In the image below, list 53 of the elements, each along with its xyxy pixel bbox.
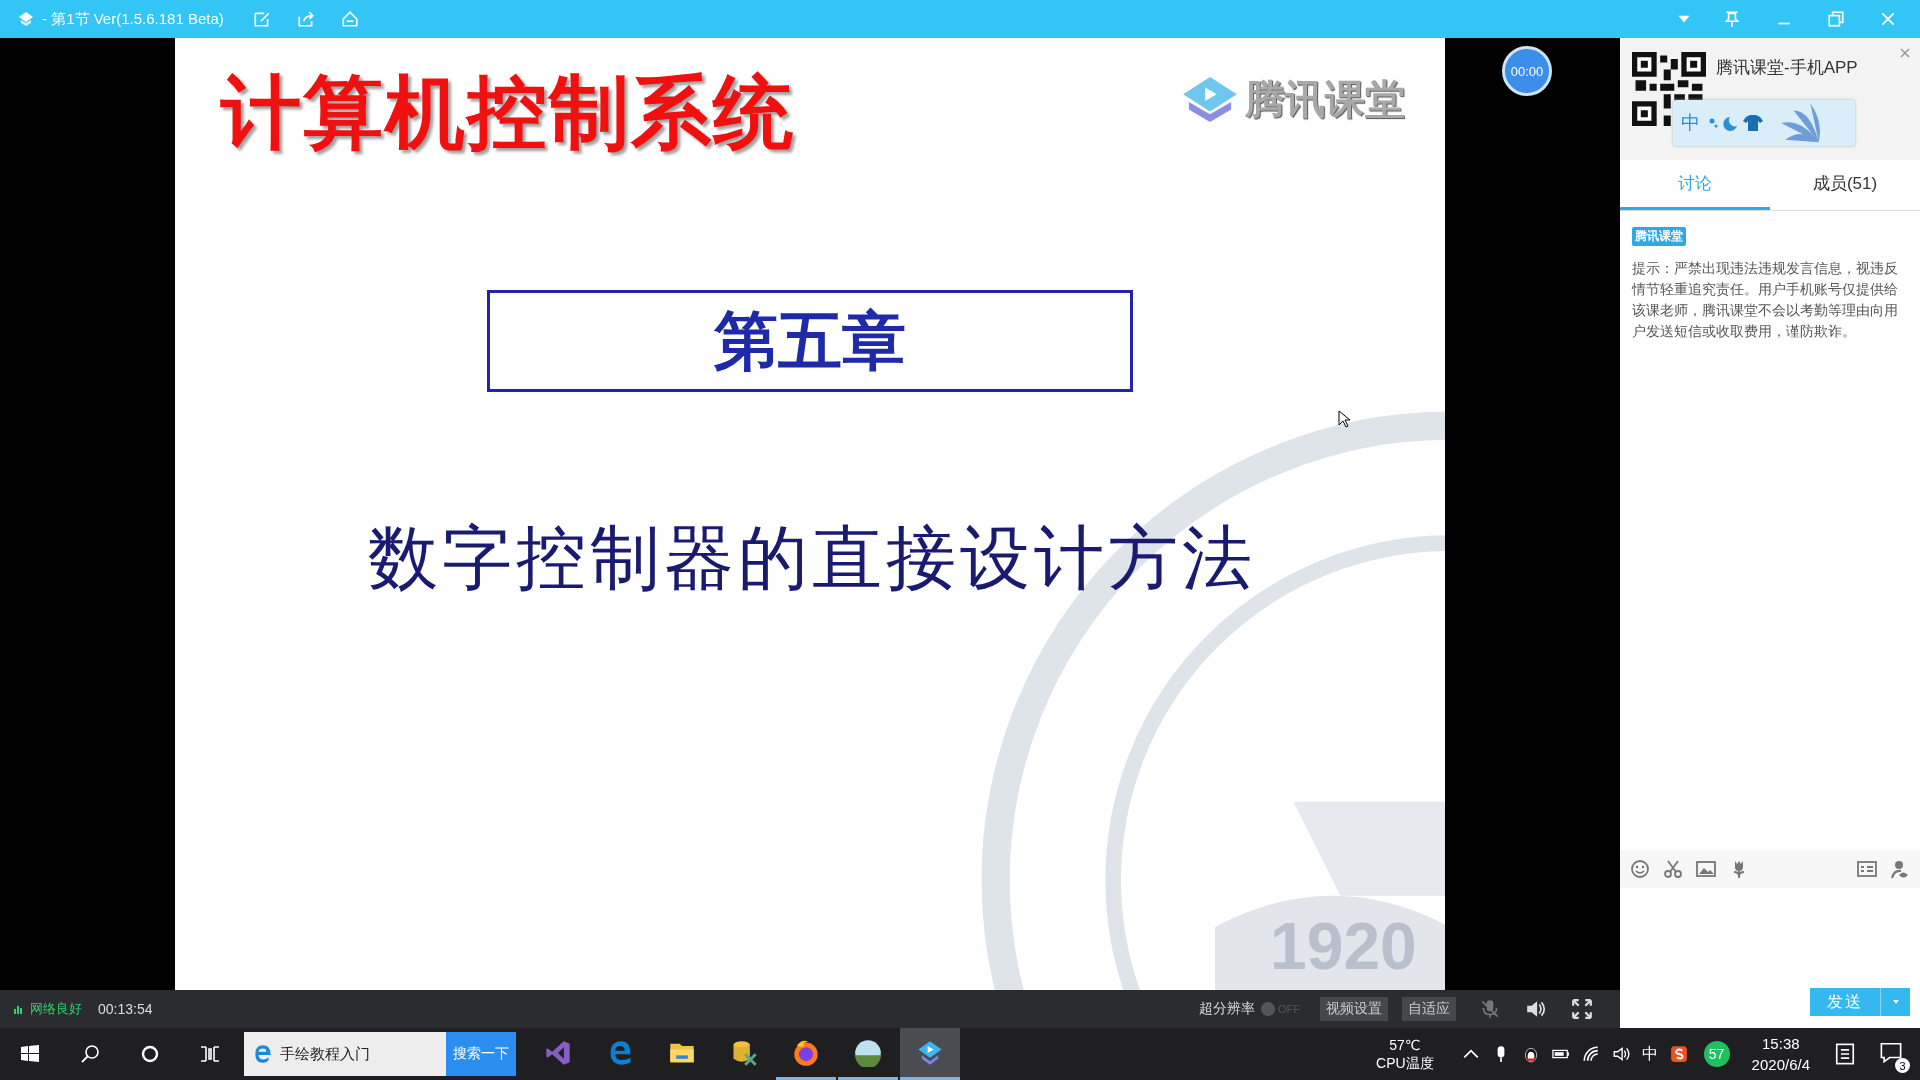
sender-badge: 腾讯课堂 xyxy=(1632,227,1686,246)
network-status: 网络良好 xyxy=(30,1000,82,1018)
timer[interactable]: 00:00 xyxy=(1502,46,1552,96)
cpu-temperature: 57℃ xyxy=(1389,1036,1421,1054)
cpu-temperature-label: CPU温度 xyxy=(1376,1054,1434,1072)
close-icon[interactable] xyxy=(1900,48,1910,58)
ie-icon xyxy=(252,1043,274,1065)
slide-subtitle: 数字控制器的直接设计方法 xyxy=(367,518,1256,599)
ime-toolbar[interactable]: 中 xyxy=(1673,100,1855,146)
panel-tab[interactable]: 讨论 xyxy=(1620,160,1770,210)
slide-title: 计算机控制系统 xyxy=(221,67,795,159)
clock-date: 2020/6/4 xyxy=(1751,1055,1810,1075)
notice-message: 提示：严禁出现违法违规发言信息，视违反情节轻重追究责任。用户手机账号仅提供给该课老师，腾讯课堂不会以考勤等理由向用户发送短信或收取费用，谨防欺诈。 xyxy=(1632,259,1899,341)
classroom-logo-icon xyxy=(1181,75,1239,123)
landscape-circle-icon xyxy=(854,1038,882,1067)
video-option-button[interactable]: 自适应 xyxy=(1402,997,1456,1021)
notification-count: 3 xyxy=(1895,1058,1910,1073)
firefox-icon xyxy=(792,1038,820,1067)
scissors-icon[interactable] xyxy=(1663,859,1683,879)
elapsed-time: 00:13:54 xyxy=(98,1001,153,1017)
cortana-icon[interactable] xyxy=(140,1044,160,1064)
sogou-icon[interactable] xyxy=(1669,1045,1688,1063)
signal-icon xyxy=(14,1004,24,1014)
volume-icon[interactable] xyxy=(1611,1045,1630,1063)
image-icon[interactable] xyxy=(1696,859,1716,879)
microphone-muted-icon[interactable] xyxy=(1479,998,1501,1020)
logo-text: 腾讯课堂 xyxy=(1245,75,1405,123)
fullscreen-icon[interactable] xyxy=(1571,998,1593,1020)
mouse-cursor-icon xyxy=(1338,410,1350,428)
ime-mode[interactable]: 中 xyxy=(1681,110,1700,136)
chapter-title: 第五章 xyxy=(714,303,906,379)
panel-tab[interactable]: 成员(51) xyxy=(1770,160,1920,210)
app-logo-icon xyxy=(18,11,34,27)
search-query: 手绘教程入门 xyxy=(280,1044,370,1064)
emoji-icon[interactable] xyxy=(1630,859,1650,879)
notes-icon[interactable] xyxy=(1834,1043,1856,1065)
wifi-icon[interactable] xyxy=(1581,1045,1600,1063)
task-view-icon[interactable] xyxy=(200,1044,220,1064)
window-title: - 第1节 Ver(1.5.6.181 Beta) xyxy=(42,9,224,29)
super-resolution-label: 超分辨率 xyxy=(1199,1000,1255,1018)
person-eye-icon[interactable] xyxy=(1890,859,1910,879)
search-icon[interactable] xyxy=(80,1044,100,1064)
clock-time: 15:38 xyxy=(1762,1034,1800,1054)
taskbar-search-field[interactable]: 手绘教程入门 xyxy=(244,1032,446,1076)
windows-start-icon[interactable] xyxy=(20,1044,40,1064)
search-button[interactable]: 搜索一下 xyxy=(446,1032,516,1076)
app-title: 腾讯课堂-手机APP xyxy=(1716,57,1858,79)
card-list-icon[interactable] xyxy=(1857,859,1877,879)
input-method-indicator[interactable]: 中 xyxy=(1641,1043,1658,1065)
notification-icon[interactable] xyxy=(1880,1041,1902,1063)
video-option-button[interactable]: 视频设置 xyxy=(1320,997,1388,1021)
security-badge[interactable]: 57 xyxy=(1703,1041,1730,1067)
send-button[interactable]: 发送 xyxy=(1810,988,1880,1016)
